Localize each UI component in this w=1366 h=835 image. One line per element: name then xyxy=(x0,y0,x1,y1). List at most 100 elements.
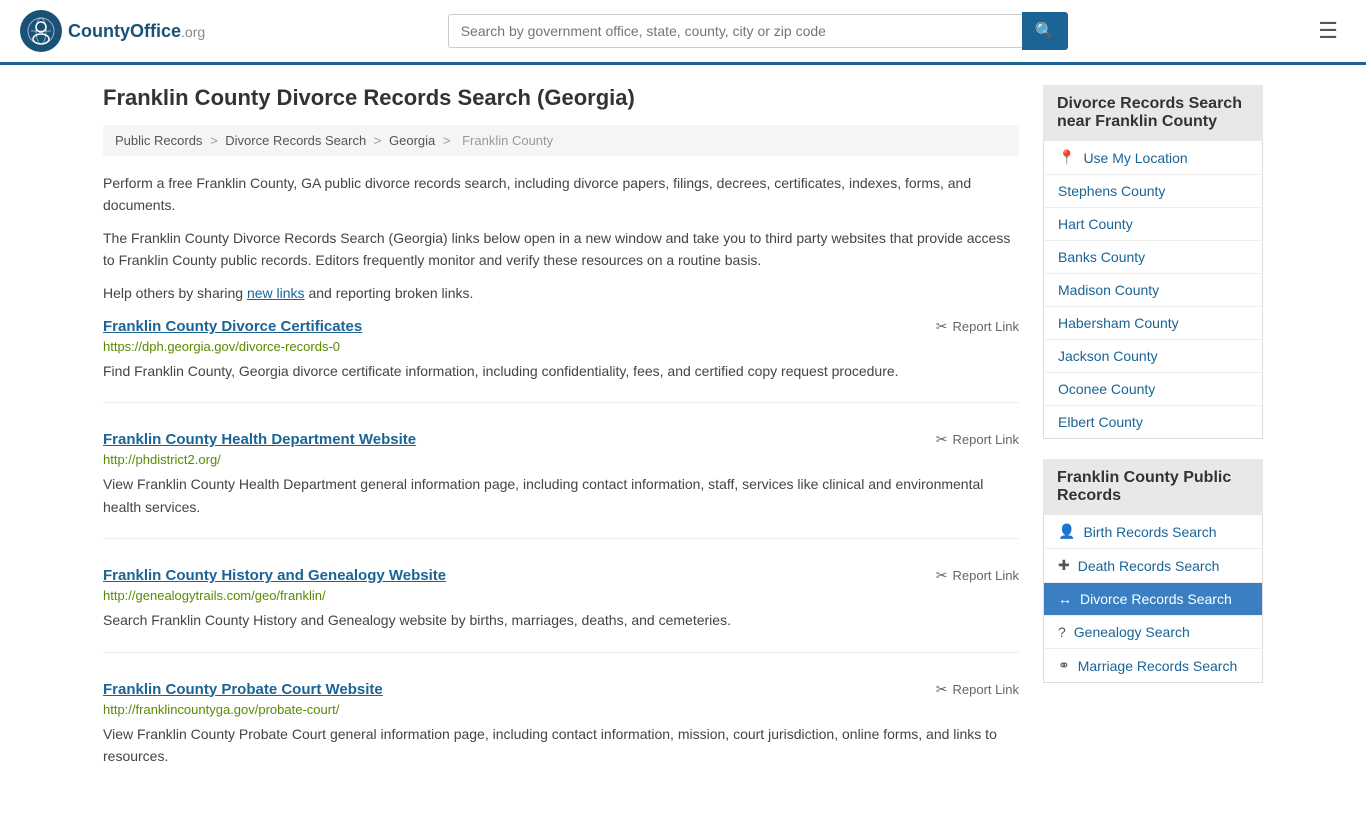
result-url-2[interactable]: http://genealogytrails.com/geo/franklin/ xyxy=(103,588,1019,603)
description-p3-post: and reporting broken links. xyxy=(305,285,474,301)
report-label-1: Report Link xyxy=(953,432,1019,447)
breadcrumb-divorce-records[interactable]: Divorce Records Search xyxy=(225,133,366,148)
sidebar: Divorce Records Search near Franklin Cou… xyxy=(1043,85,1263,815)
records-header: Franklin County Public Records xyxy=(1043,459,1263,515)
records-list: 👤 Birth Records Search ✚ Death Records S… xyxy=(1043,515,1263,683)
nearby-county-6[interactable]: Oconee County xyxy=(1044,373,1262,406)
breadcrumb-current: Franklin County xyxy=(462,133,553,148)
results-list: Franklin County Divorce Certificates ✂ R… xyxy=(103,318,1019,787)
madison-county-link[interactable]: Madison County xyxy=(1058,282,1159,298)
elbert-county-link[interactable]: Elbert County xyxy=(1058,414,1143,430)
result-url-0[interactable]: https://dph.georgia.gov/divorce-records-… xyxy=(103,339,1019,354)
question-icon: ? xyxy=(1058,624,1066,640)
result-url-1[interactable]: http://phdistrict2.org/ xyxy=(103,452,1019,467)
result-item-2: Franklin County History and Genealogy We… xyxy=(103,567,1019,652)
breadcrumb-sep-2: > xyxy=(374,133,385,148)
use-my-location-item[interactable]: 📍 Use My Location xyxy=(1044,141,1262,175)
result-desc-1: View Franklin County Health Department g… xyxy=(103,473,1019,518)
search-input[interactable] xyxy=(448,14,1022,48)
result-title-0[interactable]: Franklin County Divorce Certificates xyxy=(103,318,362,335)
report-icon-0: ✂ xyxy=(936,318,948,335)
marriage-records-link[interactable]: Marriage Records Search xyxy=(1078,658,1238,674)
report-link-2[interactable]: ✂ Report Link xyxy=(936,567,1019,584)
nearby-section: Divorce Records Search near Franklin Cou… xyxy=(1043,85,1263,439)
nearby-county-0[interactable]: Stephens County xyxy=(1044,175,1262,208)
arrows-icon: ↔ xyxy=(1058,591,1072,607)
result-item-1: Franklin County Health Department Websit… xyxy=(103,431,1019,539)
report-label-0: Report Link xyxy=(953,319,1019,334)
nearby-county-4[interactable]: Habersham County xyxy=(1044,307,1262,340)
result-item-0: Franklin County Divorce Certificates ✂ R… xyxy=(103,318,1019,403)
habersham-county-link[interactable]: Habersham County xyxy=(1058,315,1179,331)
divorce-records-link[interactable]: Divorce Records Search xyxy=(1080,591,1232,607)
result-header-1: Franklin County Health Department Websit… xyxy=(103,431,1019,448)
stephens-county-link[interactable]: Stephens County xyxy=(1058,183,1165,199)
logo-text: CountyOffice.org xyxy=(68,21,205,42)
report-link-3[interactable]: ✂ Report Link xyxy=(936,681,1019,698)
description-p3-pre: Help others by sharing xyxy=(103,285,247,301)
nearby-county-3[interactable]: Madison County xyxy=(1044,274,1262,307)
plus-icon: ✚ xyxy=(1058,557,1070,574)
nearby-county-1[interactable]: Hart County xyxy=(1044,208,1262,241)
nearby-header: Divorce Records Search near Franklin Cou… xyxy=(1043,85,1263,141)
location-pin-icon: 📍 xyxy=(1058,149,1075,166)
records-item-1[interactable]: ✚ Death Records Search xyxy=(1044,549,1262,583)
jackson-county-link[interactable]: Jackson County xyxy=(1058,348,1158,364)
new-links-link[interactable]: new links xyxy=(247,285,305,301)
records-item-2[interactable]: ↔ Divorce Records Search xyxy=(1044,583,1262,616)
banks-county-link[interactable]: Banks County xyxy=(1058,249,1145,265)
genealogy-search-link[interactable]: Genealogy Search xyxy=(1074,624,1190,640)
person-icon: 👤 xyxy=(1058,523,1075,540)
report-link-0[interactable]: ✂ Report Link xyxy=(936,318,1019,335)
nearby-county-2[interactable]: Banks County xyxy=(1044,241,1262,274)
description-p1: Perform a free Franklin County, GA publi… xyxy=(103,172,1019,217)
result-desc-2: Search Franklin County History and Genea… xyxy=(103,609,1019,631)
records-section: Franklin County Public Records 👤 Birth R… xyxy=(1043,459,1263,683)
logo-area: CountyOffice.org xyxy=(20,10,205,52)
result-url-3[interactable]: http://franklincountyga.gov/probate-cour… xyxy=(103,702,1019,717)
nearby-county-7[interactable]: Elbert County xyxy=(1044,406,1262,438)
marriage-icon: ⚭ xyxy=(1058,657,1070,674)
main-container: Franklin County Divorce Records Search (… xyxy=(83,65,1283,835)
menu-button[interactable]: ☰ xyxy=(1310,14,1346,48)
report-icon-3: ✂ xyxy=(936,681,948,698)
birth-records-link[interactable]: Birth Records Search xyxy=(1083,524,1216,540)
result-header-2: Franklin County History and Genealogy We… xyxy=(103,567,1019,584)
oconee-county-link[interactable]: Oconee County xyxy=(1058,381,1155,397)
result-desc-3: View Franklin County Probate Court gener… xyxy=(103,723,1019,768)
breadcrumb-public-records[interactable]: Public Records xyxy=(115,133,202,148)
records-item-3[interactable]: ? Genealogy Search xyxy=(1044,616,1262,649)
breadcrumb: Public Records > Divorce Records Search … xyxy=(103,125,1019,156)
result-title-1[interactable]: Franklin County Health Department Websit… xyxy=(103,431,416,448)
nearby-list: 📍 Use My Location Stephens County Hart C… xyxy=(1043,141,1263,439)
report-icon-1: ✂ xyxy=(936,431,948,448)
search-icon: 🔍 xyxy=(1035,23,1055,40)
description-p2: The Franklin County Divorce Records Sear… xyxy=(103,227,1019,272)
report-label-2: Report Link xyxy=(953,568,1019,583)
breadcrumb-sep-1: > xyxy=(210,133,221,148)
result-desc-0: Find Franklin County, Georgia divorce ce… xyxy=(103,360,1019,382)
records-item-0[interactable]: 👤 Birth Records Search xyxy=(1044,515,1262,549)
search-button[interactable]: 🔍 xyxy=(1022,12,1068,50)
breadcrumb-sep-3: > xyxy=(443,133,454,148)
report-icon-2: ✂ xyxy=(936,567,948,584)
logo-icon xyxy=(20,10,62,52)
use-my-location-link[interactable]: Use My Location xyxy=(1083,150,1187,166)
report-label-3: Report Link xyxy=(953,682,1019,697)
description: Perform a free Franklin County, GA publi… xyxy=(103,172,1019,304)
result-title-2[interactable]: Franklin County History and Genealogy We… xyxy=(103,567,446,584)
report-link-1[interactable]: ✂ Report Link xyxy=(936,431,1019,448)
result-header-0: Franklin County Divorce Certificates ✂ R… xyxy=(103,318,1019,335)
result-item-3: Franklin County Probate Court Website ✂ … xyxy=(103,681,1019,788)
result-header-3: Franklin County Probate Court Website ✂ … xyxy=(103,681,1019,698)
nearby-county-5[interactable]: Jackson County xyxy=(1044,340,1262,373)
death-records-link[interactable]: Death Records Search xyxy=(1078,558,1220,574)
result-title-3[interactable]: Franklin County Probate Court Website xyxy=(103,681,383,698)
content-area: Franklin County Divorce Records Search (… xyxy=(103,85,1019,815)
breadcrumb-georgia[interactable]: Georgia xyxy=(389,133,435,148)
hart-county-link[interactable]: Hart County xyxy=(1058,216,1133,232)
records-item-4[interactable]: ⚭ Marriage Records Search xyxy=(1044,649,1262,682)
menu-icon: ☰ xyxy=(1318,18,1338,43)
page-title: Franklin County Divorce Records Search (… xyxy=(103,85,1019,111)
description-p3: Help others by sharing new links and rep… xyxy=(103,282,1019,304)
